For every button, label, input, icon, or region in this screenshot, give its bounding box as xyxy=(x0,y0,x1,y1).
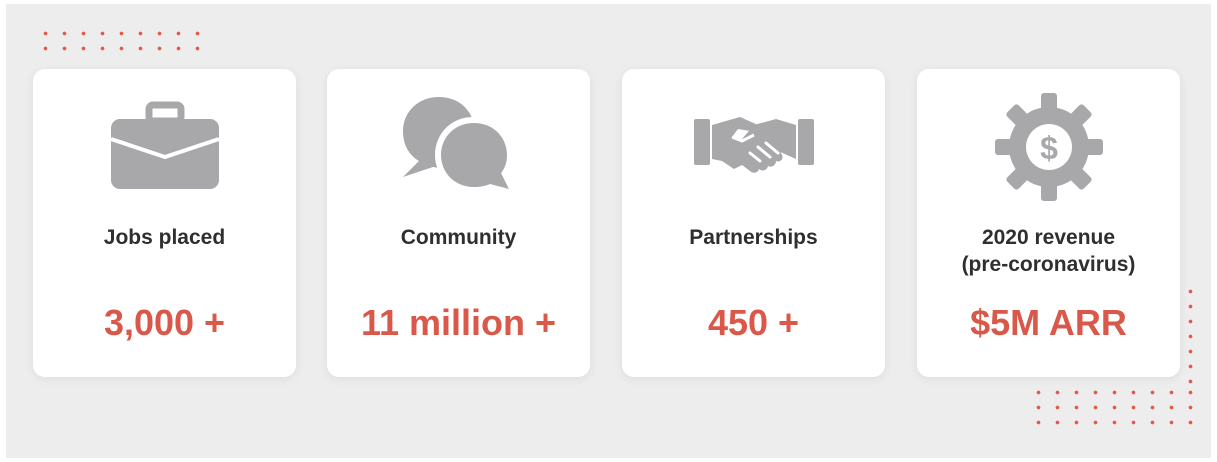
briefcase-icon xyxy=(33,91,296,203)
decorative-dots-right xyxy=(1181,284,1200,389)
stat-card-revenue: $ 2020 revenue (pre-coronavirus) $5M ARR xyxy=(917,69,1180,377)
stat-card-community: Community 11 million + xyxy=(327,69,590,377)
stat-value: 11 million + xyxy=(360,302,557,343)
stat-value: 450 + xyxy=(707,302,800,343)
speech-bubbles-icon xyxy=(327,91,590,203)
svg-text:$: $ xyxy=(1040,130,1058,166)
dollar-gear-icon: $ xyxy=(917,91,1180,203)
decorative-dots-bottom-right xyxy=(1029,385,1200,430)
stat-label: Partnerships xyxy=(689,226,818,249)
decorative-dots-top-left xyxy=(36,26,207,56)
stat-value: 3,000 + xyxy=(103,302,226,343)
handshake-icon xyxy=(622,91,885,203)
stat-card-partnerships: Partnerships 450 + xyxy=(622,69,885,377)
stat-card-jobs: Jobs placed 3,000 + xyxy=(33,69,296,377)
stat-label: 2020 revenue (pre-coronavirus) xyxy=(961,226,1136,276)
stat-label: Jobs placed xyxy=(103,226,226,249)
stat-value: $5M ARR xyxy=(970,302,1127,343)
stat-label: Community xyxy=(400,226,517,249)
